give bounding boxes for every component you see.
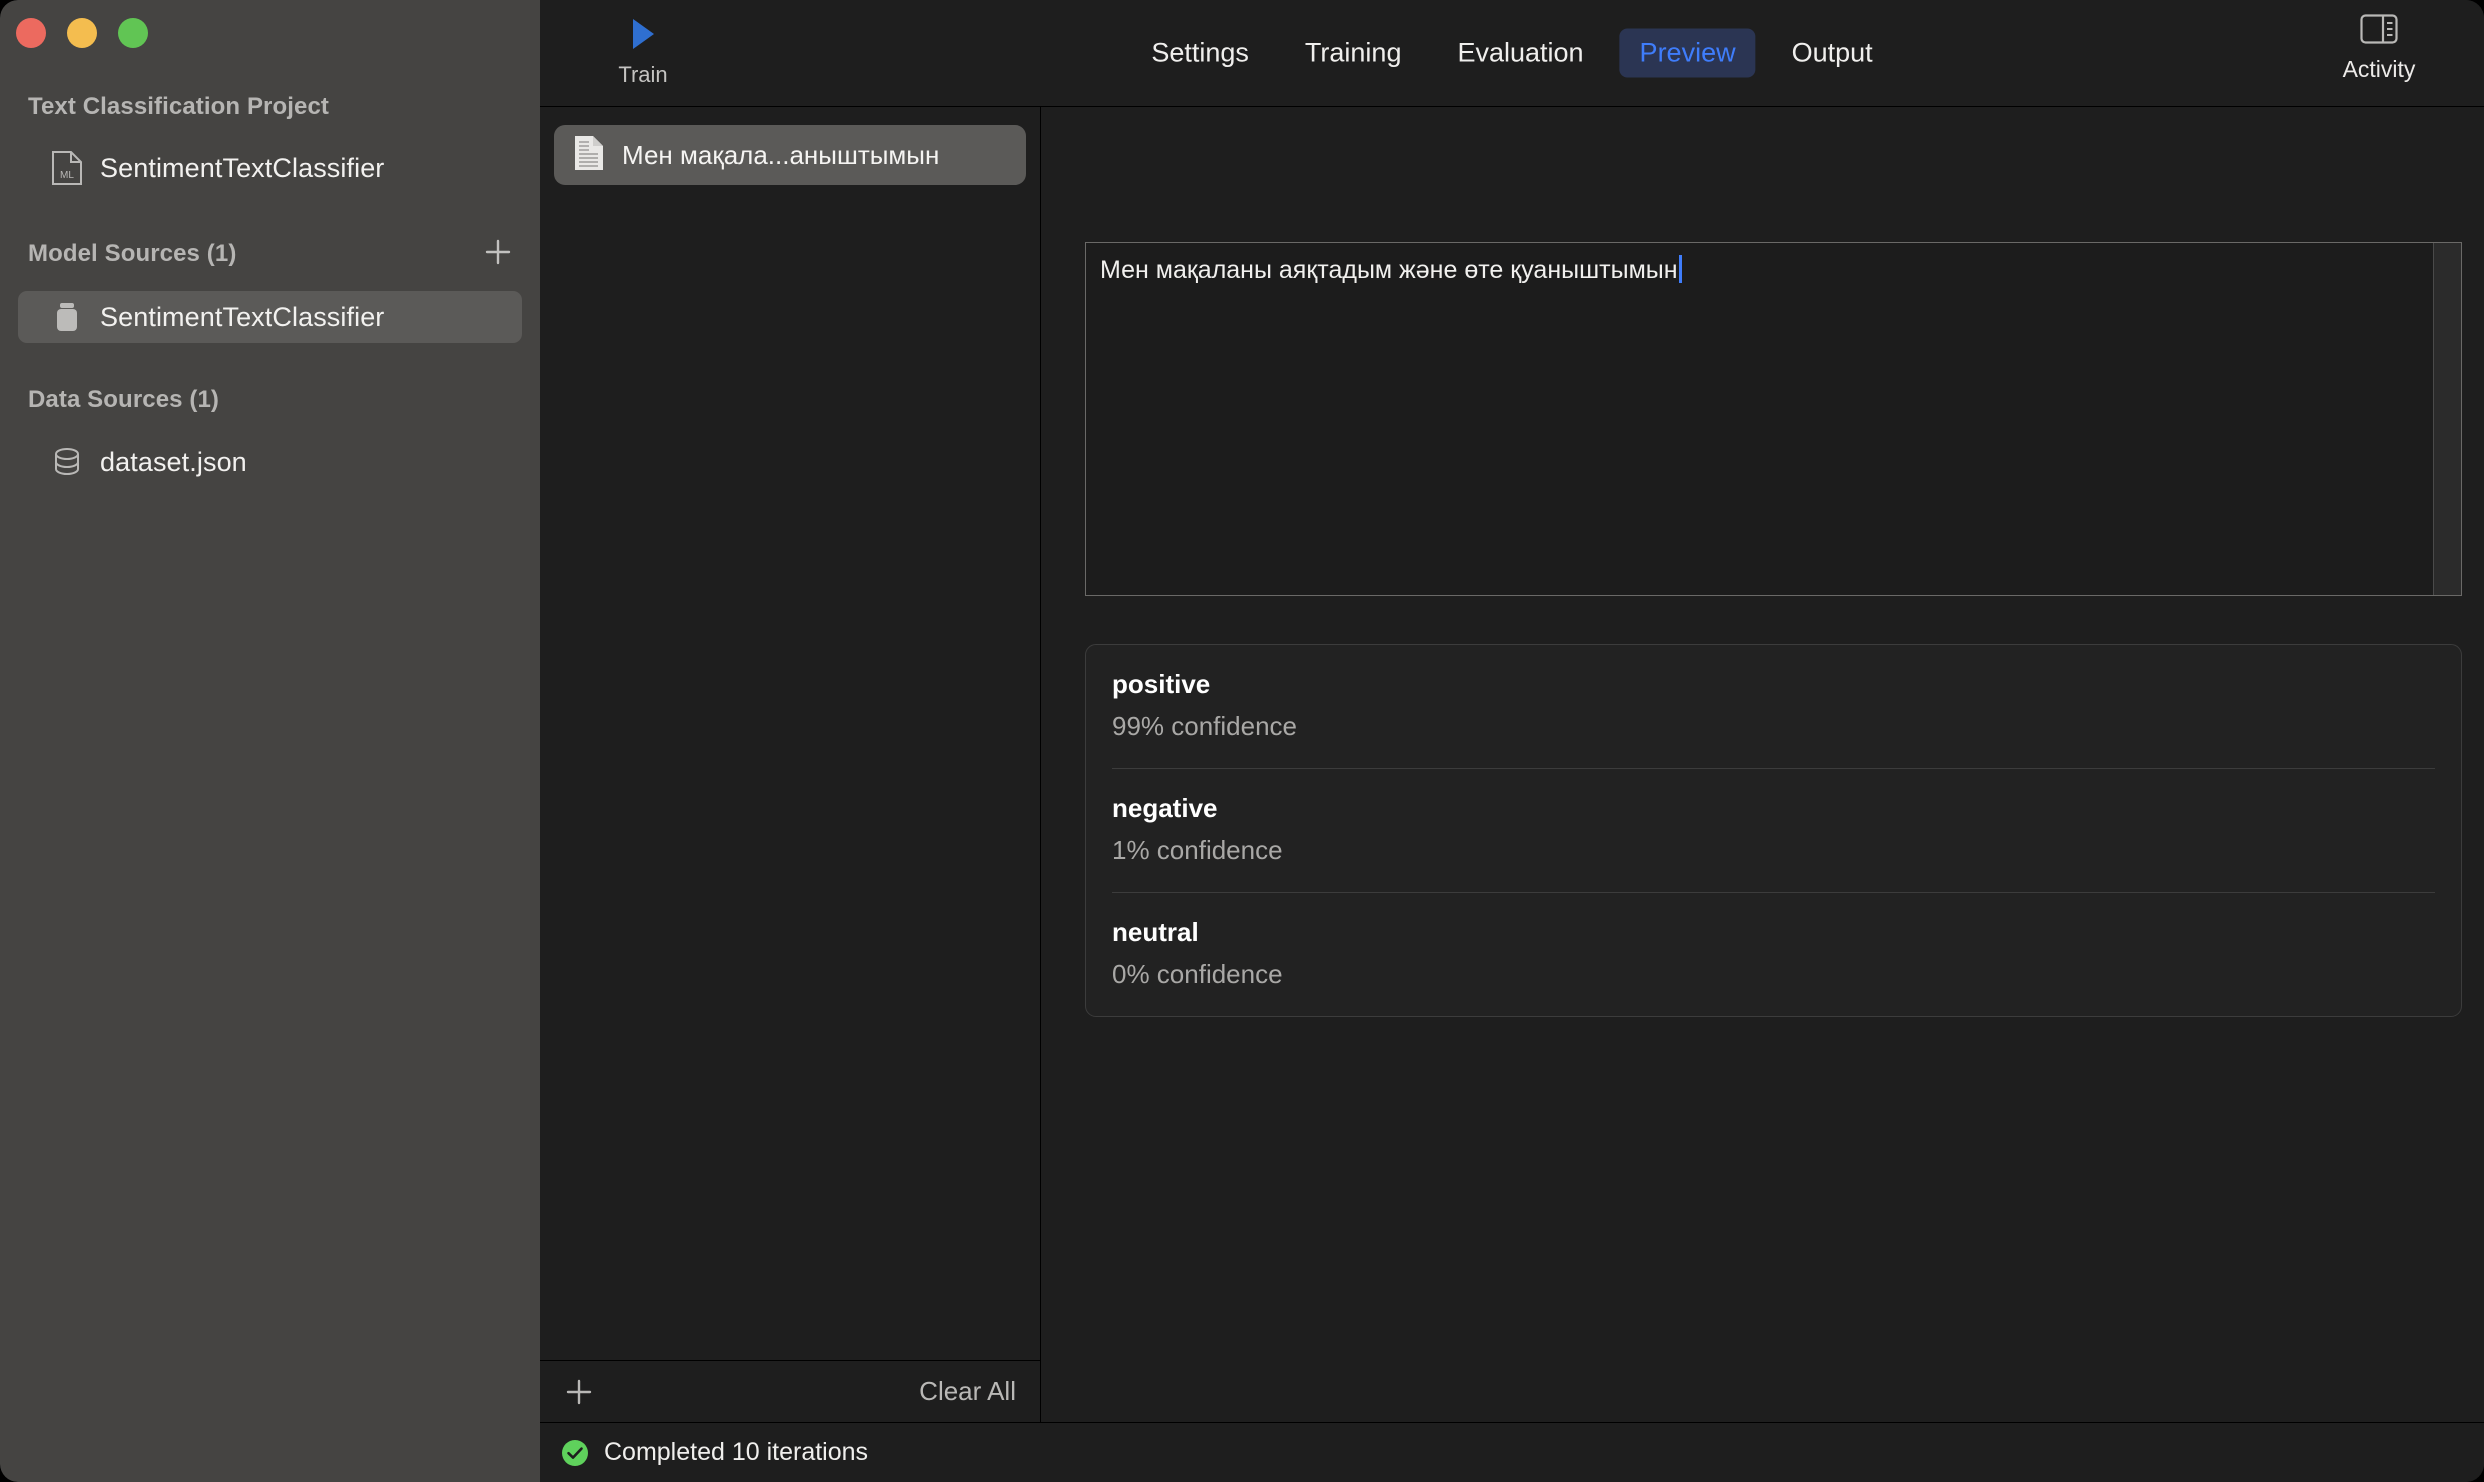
list-item[interactable]: Мен мақала...аныштымын (554, 125, 1026, 185)
train-button[interactable]: Train (583, 12, 703, 88)
text-document-icon (574, 135, 604, 176)
ml-document-icon: ML (50, 151, 84, 185)
activity-button[interactable]: Activity (2314, 14, 2444, 83)
add-model-source-button[interactable] (478, 232, 518, 272)
status-message: Completed 10 iterations (604, 1438, 868, 1467)
minimize-window-button[interactable] (67, 18, 97, 48)
text-caret (1679, 255, 1682, 283)
tab-bar: Settings Training Evaluation Preview Out… (1131, 29, 1892, 78)
tab-training[interactable]: Training (1285, 29, 1422, 78)
activity-button-label: Activity (2343, 56, 2416, 83)
sidebar-item-label: SentimentTextClassifier (100, 302, 384, 333)
prediction-row: negative 1% confidence (1112, 769, 2435, 893)
body-split: Мен мақала...аныштымын Clear All Мен мақ… (540, 107, 2484, 1422)
close-window-button[interactable] (16, 18, 46, 48)
model-jar-icon (50, 300, 84, 334)
preview-text-input[interactable]: Мен мақаланы аяқтадым және өте қуаныштым… (1086, 243, 2433, 595)
sidebar-item-data-source[interactable]: dataset.json (18, 436, 522, 488)
list-footer: Clear All (540, 1360, 1040, 1422)
tab-preview[interactable]: Preview (1620, 29, 1756, 78)
plus-icon (483, 237, 513, 267)
play-triangle-icon (624, 12, 662, 56)
zoom-window-button[interactable] (118, 18, 148, 48)
text-input-scrollbar[interactable] (2433, 243, 2461, 595)
prediction-row: positive 99% confidence (1112, 645, 2435, 769)
preview-pane: Мен мақаланы аяқтадым және өте қуаныштым… (1041, 107, 2484, 1422)
svg-text:ML: ML (60, 170, 74, 181)
preview-text-value: Мен мақаланы аяқтадым және өте қуаныштым… (1100, 256, 1678, 284)
prediction-results-panel: positive 99% confidence negative 1% conf… (1085, 644, 2462, 1017)
status-bar: Completed 10 iterations (540, 1422, 2484, 1482)
database-icon (50, 445, 84, 479)
data-sources-header: Data Sources (1) (28, 386, 219, 414)
sidebar-item-model-source[interactable]: SentimentTextClassifier (18, 291, 522, 343)
model-sources-header: Model Sources (1) (28, 240, 236, 268)
main-area: Train Settings Training Evaluation Previ… (540, 0, 2484, 1482)
sidebar-item-label: SentimentTextClassifier (100, 153, 384, 184)
tab-evaluation[interactable]: Evaluation (1437, 29, 1603, 78)
tab-output[interactable]: Output (1772, 29, 1893, 78)
prediction-label: positive (1112, 669, 2435, 700)
prediction-confidence: 1% confidence (1112, 835, 2435, 866)
sidebar-item-project-file[interactable]: ML SentimentTextClassifier (18, 142, 522, 194)
create-ml-window: Text Classification Project ML Sentiment… (0, 0, 2484, 1482)
project-section-header: Text Classification Project (28, 93, 329, 121)
prediction-label: negative (1112, 793, 2435, 824)
prediction-label: neutral (1112, 917, 2435, 948)
check-circle-icon (560, 1438, 590, 1468)
train-button-label: Train (618, 62, 667, 88)
clear-all-button[interactable]: Clear All (919, 1376, 1016, 1407)
list-item-label: Мен мақала...аныштымын (622, 140, 939, 171)
sidebar-panel-icon (2360, 14, 2398, 49)
plus-icon (564, 1377, 594, 1407)
toolbar: Train Settings Training Evaluation Previ… (540, 0, 2484, 107)
prediction-row: neutral 0% confidence (1112, 893, 2435, 1016)
traffic-lights (16, 18, 148, 48)
preview-text-input-wrapper: Мен мақаланы аяқтадым және өте қуаныштым… (1085, 242, 2462, 596)
prediction-confidence: 0% confidence (1112, 959, 2435, 990)
sidebar: Text Classification Project ML Sentiment… (0, 0, 540, 1482)
preview-input-list: Мен мақала...аныштымын (540, 107, 1040, 1360)
preview-input-list-panel: Мен мақала...аныштымын Clear All (540, 107, 1041, 1422)
sidebar-item-label: dataset.json (100, 447, 247, 478)
prediction-confidence: 99% confidence (1112, 711, 2435, 742)
tab-settings[interactable]: Settings (1131, 29, 1269, 78)
add-preview-input-button[interactable] (562, 1375, 596, 1409)
